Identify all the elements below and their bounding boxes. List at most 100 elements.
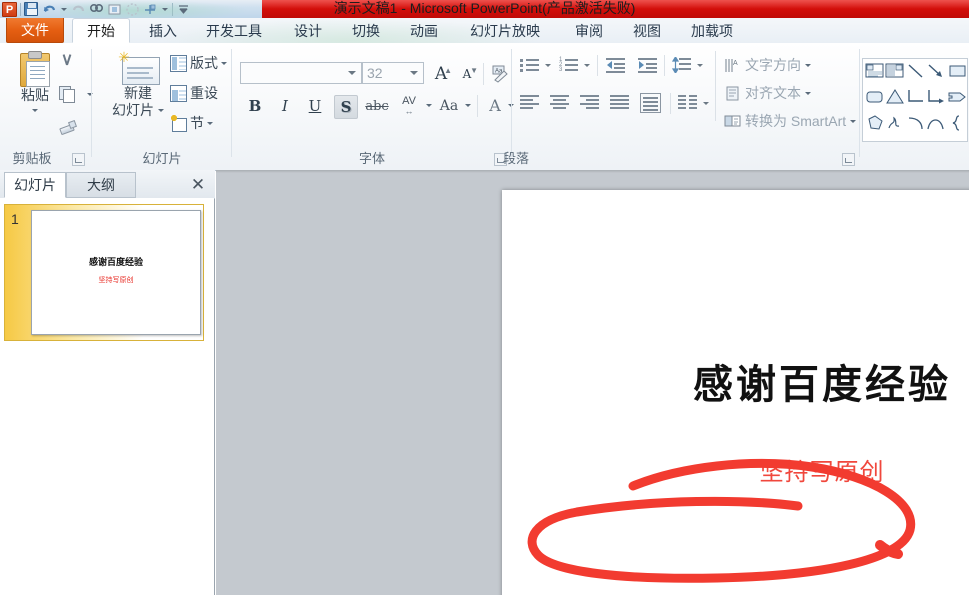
customize-qat-icon[interactable] xyxy=(176,2,191,17)
columns-button[interactable] xyxy=(678,95,699,112)
line-shape[interactable] xyxy=(906,61,926,81)
new-slide-dropdown-icon[interactable] xyxy=(158,109,164,112)
tab-transitions[interactable]: 切换 xyxy=(339,18,393,43)
align-center-button[interactable] xyxy=(550,95,571,112)
numbering-dropdown-icon[interactable] xyxy=(584,64,590,67)
text-box-shape[interactable] xyxy=(865,61,885,81)
tab-addins[interactable]: 加载项 xyxy=(678,18,746,43)
bullets-dropdown-icon[interactable] xyxy=(545,64,551,67)
font-size-caret-icon[interactable] xyxy=(410,71,418,75)
rectangle-shape[interactable] xyxy=(947,61,967,81)
smartart-dropdown-icon[interactable] xyxy=(850,120,856,123)
font-name-combo[interactable] xyxy=(240,62,362,84)
shrink-font-button[interactable]: A ▼ xyxy=(456,63,478,85)
save-icon[interactable] xyxy=(24,2,39,17)
undo-dropdown-icon[interactable] xyxy=(60,2,68,17)
line-spacing-button[interactable] xyxy=(672,57,693,74)
font-color-button[interactable]: A xyxy=(484,93,506,117)
align-left-button[interactable] xyxy=(520,95,541,112)
qat-dropdown-icon[interactable] xyxy=(161,2,169,17)
vertical-text-box-shape[interactable] xyxy=(885,61,905,81)
tab-design[interactable]: 设计 xyxy=(281,18,335,43)
paste-button[interactable]: 粘贴 xyxy=(7,51,63,112)
current-slide[interactable]: 感谢百度经验 坚持写原创 xyxy=(502,190,969,595)
undo-icon[interactable] xyxy=(42,2,57,17)
increase-indent-button[interactable] xyxy=(638,57,659,74)
grow-font-button[interactable]: A ▲ xyxy=(430,63,452,85)
convert-to-smartart-button[interactable]: 转换为 SmartArt xyxy=(724,111,856,131)
text-direction-button[interactable]: A 文字方向 xyxy=(724,55,811,75)
numbering-button[interactable]: 1 2 3 xyxy=(559,57,580,74)
rounded-rectangle-shape[interactable] xyxy=(865,87,885,107)
distribute-button[interactable] xyxy=(640,93,661,113)
shapes-gallery[interactable] xyxy=(862,58,968,142)
align-text-dropdown-icon[interactable] xyxy=(805,92,811,95)
arc-shape[interactable] xyxy=(926,113,946,133)
clipboard-dialog-launcher[interactable] xyxy=(72,153,85,166)
find-icon[interactable] xyxy=(89,2,104,17)
elbow-arrow-connector-shape[interactable] xyxy=(926,87,946,107)
powerpoint-logo-icon[interactable]: P xyxy=(2,2,17,17)
font-name-caret-icon[interactable] xyxy=(348,71,356,75)
pane-tab-slides[interactable]: 幻灯片 xyxy=(4,172,66,198)
tab-review[interactable]: 审阅 xyxy=(562,18,616,43)
thumbnail-list[interactable]: 1 感谢百度经验 坚持写原创 xyxy=(0,198,214,595)
strikethrough-button[interactable]: abc xyxy=(364,95,390,117)
align-right-button[interactable] xyxy=(580,95,601,112)
new-slide-qat-icon[interactable] xyxy=(107,2,122,17)
paste-dropdown-icon[interactable] xyxy=(32,109,38,112)
change-case-button[interactable]: Aa xyxy=(436,95,462,117)
print-preview-icon[interactable] xyxy=(143,2,158,17)
align-text-button[interactable]: 对齐文本 xyxy=(724,83,811,103)
change-case-dropdown-icon[interactable] xyxy=(465,104,471,107)
tab-animations[interactable]: 动画 xyxy=(397,18,451,43)
bold-button[interactable]: B xyxy=(244,95,266,117)
tab-view[interactable]: 视图 xyxy=(620,18,674,43)
pentagon-arrow-shape[interactable] xyxy=(947,87,967,107)
decrease-indent-button[interactable] xyxy=(606,57,627,74)
text-direction-dropdown-icon[interactable] xyxy=(805,64,811,67)
text-shadow-button[interactable]: S xyxy=(334,95,358,119)
elbow-connector-shape[interactable] xyxy=(906,87,926,107)
tab-file[interactable]: 文件 xyxy=(6,18,64,43)
paragraph-dialog-launcher[interactable] xyxy=(842,153,855,166)
font-size-combo[interactable]: 32 xyxy=(362,62,424,84)
thumbnail-item-1[interactable]: 1 感谢百度经验 坚持写原创 xyxy=(4,204,204,341)
justify-button[interactable] xyxy=(610,95,631,112)
close-pane-button[interactable]: ✕ xyxy=(187,174,209,196)
brace-shape[interactable] xyxy=(947,113,967,133)
slide-subtitle-text[interactable]: 坚持写原创 xyxy=(502,452,969,487)
section-dropdown-icon[interactable] xyxy=(207,122,213,125)
ribbon-tab-strip: 文件 开始 插入 开发工具 设计 切换 动画 幻灯片放映 审阅 视图 加载项 xyxy=(0,18,969,44)
reset-button[interactable]: 重设 xyxy=(170,83,218,103)
clear-formatting-button[interactable]: Aa xyxy=(488,61,512,85)
pane-tab-outline[interactable]: 大纲 xyxy=(66,172,136,198)
bullets-button[interactable] xyxy=(520,57,541,74)
redo-icon[interactable] xyxy=(71,2,86,17)
line-spacing-dropdown-icon[interactable] xyxy=(697,64,703,67)
tab-developer[interactable]: 开发工具 xyxy=(193,18,275,43)
slide-title-text[interactable]: 感谢百度经验 xyxy=(502,352,969,410)
curve-shape[interactable] xyxy=(906,113,926,133)
slideshow-icon[interactable] xyxy=(125,2,140,17)
tab-slideshow[interactable]: 幻灯片放映 xyxy=(455,18,555,43)
tab-home[interactable]: 开始 xyxy=(72,18,130,43)
arrow-shape[interactable] xyxy=(926,61,946,81)
format-painter-button[interactable] xyxy=(58,117,76,135)
italic-button[interactable]: I xyxy=(274,95,296,117)
layout-dropdown-icon[interactable] xyxy=(221,62,227,65)
triangle-shape[interactable] xyxy=(885,87,905,107)
underline-button[interactable]: U xyxy=(304,95,326,117)
layout-button[interactable]: 版式 xyxy=(170,53,227,73)
tab-insert[interactable]: 插入 xyxy=(136,18,190,43)
columns-dropdown-icon[interactable] xyxy=(703,102,709,105)
section-button[interactable]: 节 xyxy=(170,113,213,133)
freeform-shape[interactable] xyxy=(865,113,885,133)
cut-button[interactable] xyxy=(58,53,76,71)
character-spacing-button[interactable]: AV ↔ xyxy=(395,93,423,117)
copy-button[interactable] xyxy=(58,85,93,103)
new-slide-button[interactable]: ✳ 新建 幻灯片 xyxy=(104,51,172,119)
character-spacing-dropdown-icon[interactable] xyxy=(426,104,432,107)
slide-editing-area[interactable]: 感谢百度经验 坚持写原创 xyxy=(216,170,969,595)
scribble-shape[interactable] xyxy=(885,113,905,133)
